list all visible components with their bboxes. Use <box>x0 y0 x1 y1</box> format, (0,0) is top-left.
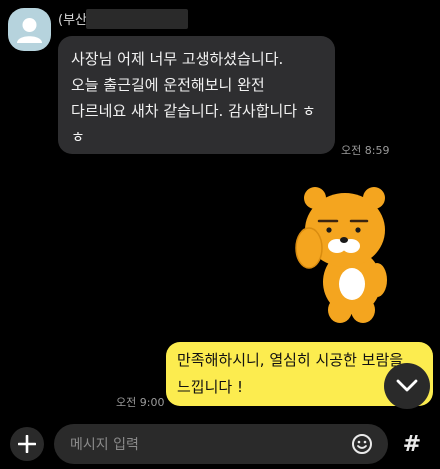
scroll-down-button[interactable] <box>384 363 430 409</box>
emoji-button[interactable] <box>350 432 374 456</box>
sender-name-redaction <box>86 9 188 29</box>
message-input[interactable] <box>68 424 342 466</box>
add-attachment-button[interactable] <box>10 427 44 461</box>
hashtag-search-button[interactable]: # <box>398 429 426 459</box>
incoming-message-time: 오전 8:59 <box>341 144 390 157</box>
ryan-character-sticker[interactable] <box>295 186 395 326</box>
chevron-down-icon <box>396 379 418 392</box>
person-icon <box>17 18 42 43</box>
message-input-bar <box>54 424 388 466</box>
incoming-message-bubble[interactable]: 사장님 어제 너무 고생하셨습니다. 오늘 출근길에 운전해보니 완전 다르네요… <box>58 36 335 154</box>
sticker-drawing <box>295 187 387 323</box>
hash-icon: # <box>402 431 422 457</box>
plus-icon <box>18 435 36 453</box>
message-line: 오늘 출근길에 운전해보니 완전 <box>71 76 265 94</box>
outgoing-message-time: 오전 9:00 <box>116 396 165 409</box>
smiley-icon <box>352 434 372 454</box>
message-line: 사장님 어제 너무 고생하셨습니다. <box>71 50 284 68</box>
message-line: 만족해하시니, 열심히 시공한 보람을 <box>177 351 404 369</box>
avatar[interactable] <box>8 8 51 51</box>
message-line: 다르네요 새차 같습니다. 감사합니다 ㅎ <box>71 102 316 120</box>
message-line: ㅎ <box>71 128 85 146</box>
